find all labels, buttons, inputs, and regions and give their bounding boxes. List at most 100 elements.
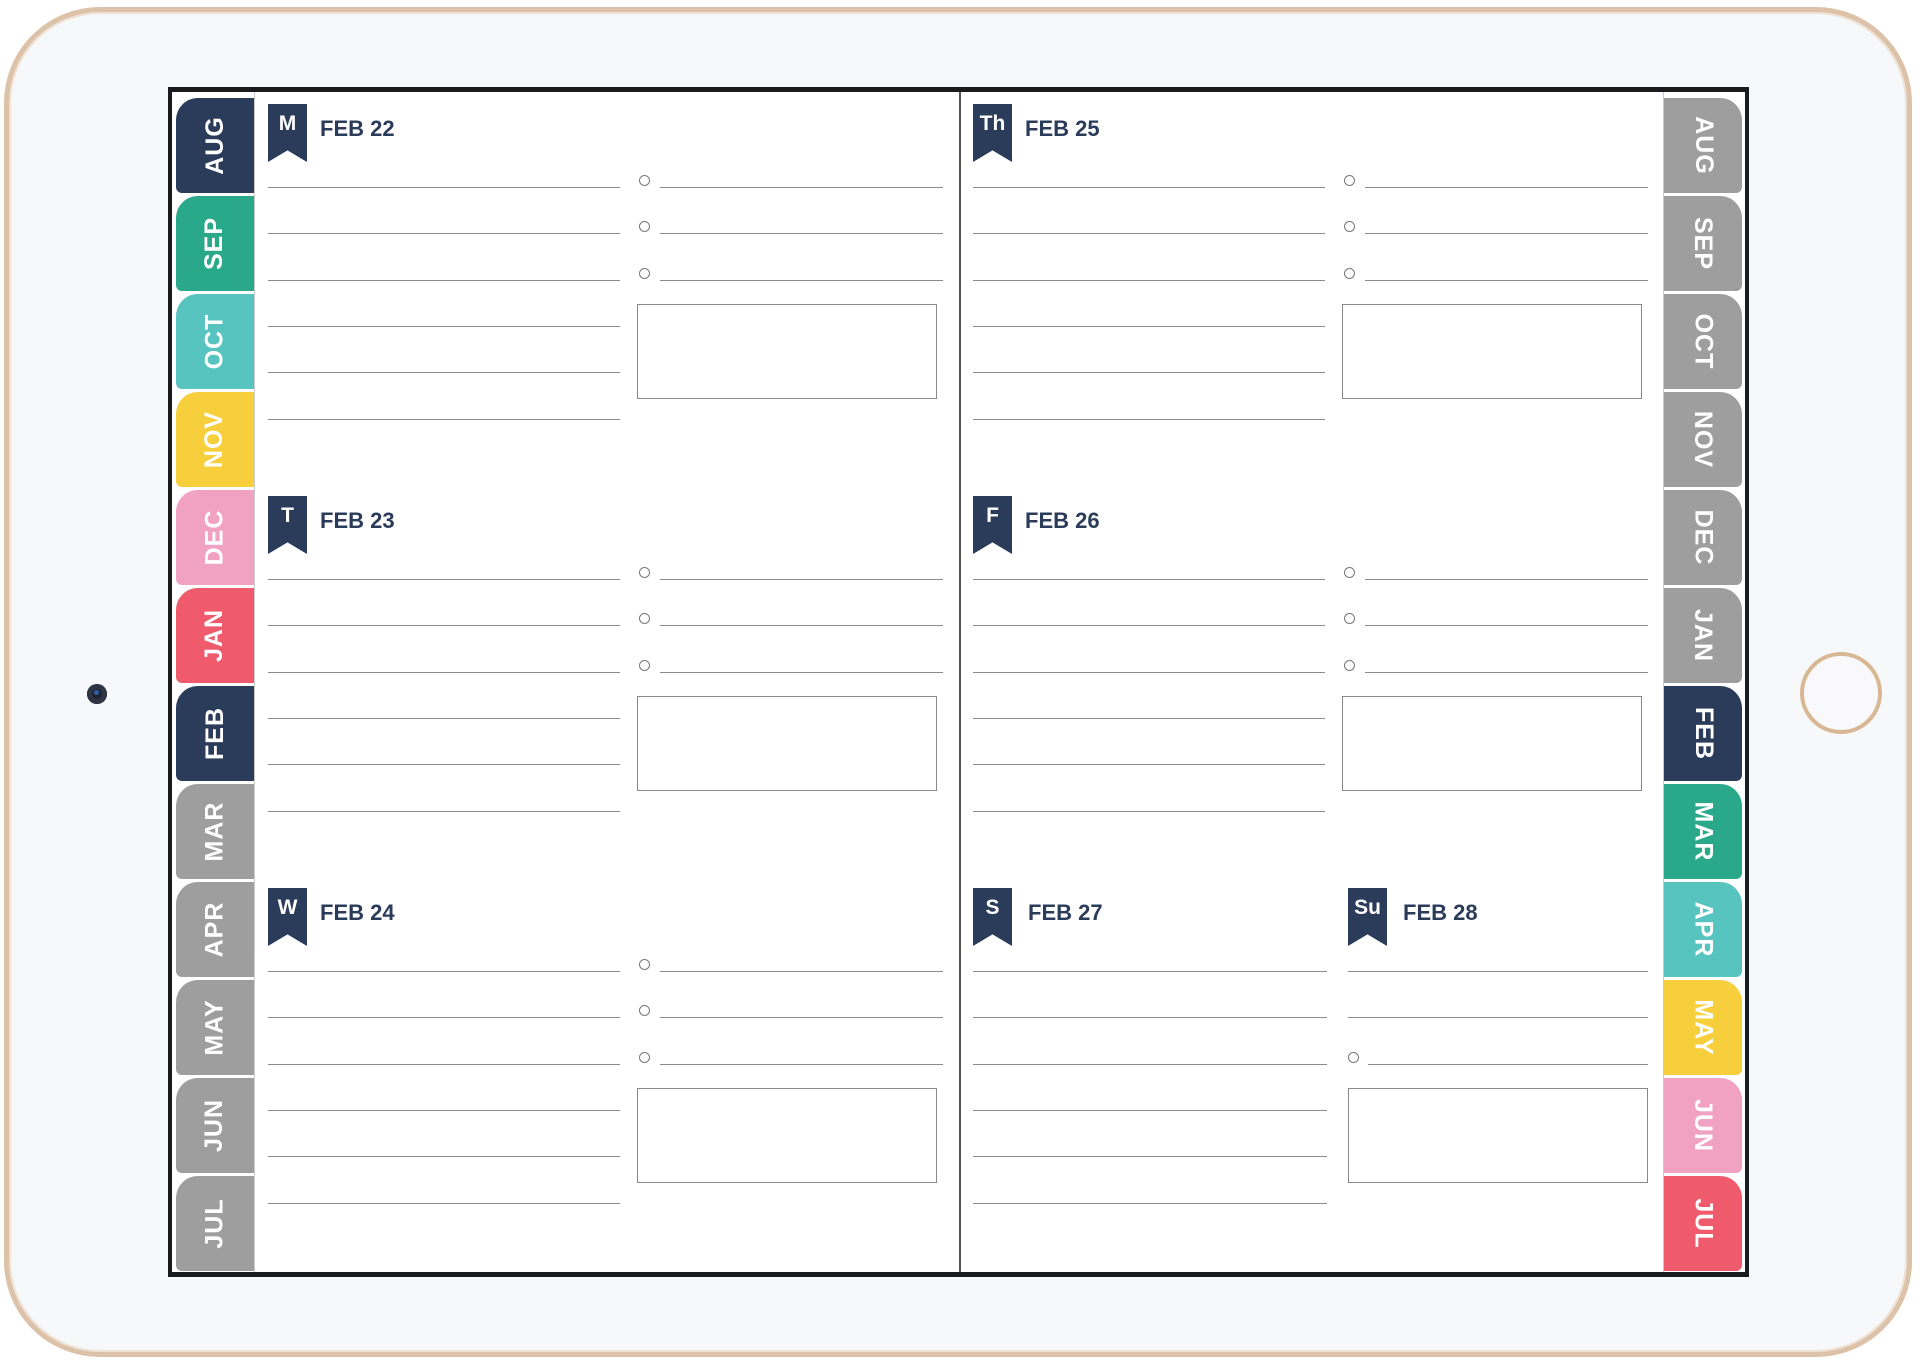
writing-line[interactable] xyxy=(973,187,1325,188)
checkbox-circle[interactable] xyxy=(639,268,650,279)
month-tab-sep[interactable]: SEP xyxy=(176,196,254,291)
writing-line[interactable] xyxy=(973,372,1325,373)
writing-line[interactable] xyxy=(268,419,620,420)
checkbox-circle[interactable] xyxy=(639,1052,650,1063)
task-line[interactable] xyxy=(1365,625,1648,626)
note-box[interactable] xyxy=(1342,696,1642,791)
month-tab-jul[interactable]: JUL xyxy=(176,1176,254,1271)
writing-line[interactable] xyxy=(973,1203,1327,1204)
note-box[interactable] xyxy=(637,696,937,791)
task-line[interactable] xyxy=(660,672,943,673)
task-line[interactable] xyxy=(1365,233,1648,234)
writing-line[interactable] xyxy=(268,971,620,972)
home-button[interactable] xyxy=(1800,652,1882,734)
writing-line[interactable] xyxy=(973,718,1325,719)
writing-line[interactable] xyxy=(973,280,1325,281)
writing-line[interactable] xyxy=(973,625,1325,626)
checkbox-circle[interactable] xyxy=(639,221,650,232)
checkbox-circle[interactable] xyxy=(1348,1052,1359,1063)
checkbox-circle[interactable] xyxy=(639,613,650,624)
writing-line[interactable] xyxy=(973,326,1325,327)
task-line[interactable] xyxy=(660,233,943,234)
month-tab-may[interactable]: MAY xyxy=(1664,980,1742,1075)
checkbox-circle[interactable] xyxy=(1344,660,1355,671)
writing-line[interactable] xyxy=(973,1064,1327,1065)
month-tab-oct[interactable]: OCT xyxy=(176,294,254,389)
task-line[interactable] xyxy=(660,579,943,580)
writing-line[interactable] xyxy=(268,280,620,281)
task-line[interactable] xyxy=(1365,187,1648,188)
writing-line[interactable] xyxy=(268,811,620,812)
month-tab-jul[interactable]: JUL xyxy=(1664,1176,1742,1271)
writing-line[interactable] xyxy=(268,1017,620,1018)
task-line[interactable] xyxy=(660,1017,943,1018)
writing-line[interactable] xyxy=(973,1110,1327,1111)
checkbox-circle[interactable] xyxy=(1344,567,1355,578)
checkbox-circle[interactable] xyxy=(639,567,650,578)
writing-line[interactable] xyxy=(268,187,620,188)
month-tab-aug[interactable]: AUG xyxy=(176,98,254,193)
writing-line[interactable] xyxy=(268,1110,620,1111)
month-tab-apr[interactable]: APR xyxy=(176,882,254,977)
note-box[interactable] xyxy=(637,1088,937,1183)
note-box[interactable] xyxy=(1342,304,1642,399)
writing-line[interactable] xyxy=(1348,1017,1648,1018)
task-line[interactable] xyxy=(1365,579,1648,580)
writing-line[interactable] xyxy=(973,971,1327,972)
writing-line[interactable] xyxy=(973,672,1325,673)
writing-line[interactable] xyxy=(973,233,1325,234)
writing-line[interactable] xyxy=(973,764,1325,765)
task-line[interactable] xyxy=(1365,672,1648,673)
month-tab-aug[interactable]: AUG xyxy=(1664,98,1742,193)
writing-line[interactable] xyxy=(1348,971,1648,972)
checkbox-circle[interactable] xyxy=(1344,221,1355,232)
month-tab-mar[interactable]: MAR xyxy=(1664,784,1742,879)
month-tab-sep[interactable]: SEP xyxy=(1664,196,1742,291)
month-tab-jan[interactable]: JAN xyxy=(1664,588,1742,683)
note-box[interactable] xyxy=(637,304,937,399)
writing-line[interactable] xyxy=(268,1064,620,1065)
month-tab-apr[interactable]: APR xyxy=(1664,882,1742,977)
month-tab-jun[interactable]: JUN xyxy=(1664,1078,1742,1173)
checkbox-circle[interactable] xyxy=(639,175,650,186)
writing-line[interactable] xyxy=(268,718,620,719)
month-tab-dec[interactable]: DEC xyxy=(176,490,254,585)
month-tab-mar[interactable]: MAR xyxy=(176,784,254,879)
month-tab-nov[interactable]: NOV xyxy=(176,392,254,487)
month-tab-nov[interactable]: NOV xyxy=(1664,392,1742,487)
task-line[interactable] xyxy=(660,280,943,281)
writing-line[interactable] xyxy=(973,419,1325,420)
writing-line[interactable] xyxy=(268,579,620,580)
task-line[interactable] xyxy=(660,625,943,626)
task-line[interactable] xyxy=(660,971,943,972)
month-tab-oct[interactable]: OCT xyxy=(1664,294,1742,389)
checkbox-circle[interactable] xyxy=(1344,613,1355,624)
checkbox-circle[interactable] xyxy=(639,1005,650,1016)
checkbox-circle[interactable] xyxy=(1344,175,1355,186)
writing-line[interactable] xyxy=(268,326,620,327)
month-tab-feb[interactable]: FEB xyxy=(1664,686,1742,781)
task-line[interactable] xyxy=(660,187,943,188)
task-line[interactable] xyxy=(1368,1064,1648,1065)
month-tab-feb[interactable]: FEB xyxy=(176,686,254,781)
checkbox-circle[interactable] xyxy=(1344,268,1355,279)
writing-line[interactable] xyxy=(268,625,620,626)
writing-line[interactable] xyxy=(973,1017,1327,1018)
writing-line[interactable] xyxy=(973,1156,1327,1157)
writing-line[interactable] xyxy=(973,579,1325,580)
writing-line[interactable] xyxy=(268,672,620,673)
writing-line[interactable] xyxy=(973,811,1325,812)
checkbox-circle[interactable] xyxy=(639,660,650,671)
writing-line[interactable] xyxy=(268,372,620,373)
writing-line[interactable] xyxy=(268,1203,620,1204)
month-tab-jan[interactable]: JAN xyxy=(176,588,254,683)
month-tab-jun[interactable]: JUN xyxy=(176,1078,254,1173)
writing-line[interactable] xyxy=(268,233,620,234)
writing-line[interactable] xyxy=(268,1156,620,1157)
task-line[interactable] xyxy=(660,1064,943,1065)
note-box[interactable] xyxy=(1348,1088,1648,1183)
checkbox-circle[interactable] xyxy=(639,959,650,970)
task-line[interactable] xyxy=(1365,280,1648,281)
month-tab-may[interactable]: MAY xyxy=(176,980,254,1075)
month-tab-dec[interactable]: DEC xyxy=(1664,490,1742,585)
